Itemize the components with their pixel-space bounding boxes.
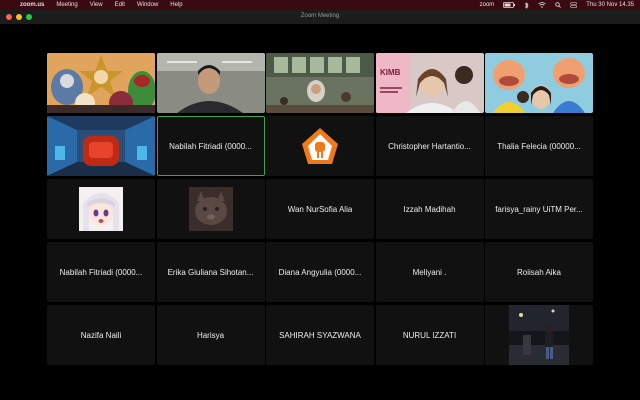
participant-tile-upin-ipin[interactable] [485,53,593,113]
participant-name: NURUL IZZATI [402,330,457,340]
participant-name: Nabilah Fitriadi (0000... [59,267,143,277]
participant-tile[interactable]: Harisya [156,305,265,365]
window-title: Zoom Meeting [300,13,340,19]
menu-app-name[interactable]: zoom.us [20,2,44,8]
menu-edit[interactable]: Edit [115,2,125,8]
menu-view[interactable]: View [90,2,103,8]
group-room-video [266,53,374,113]
participant-name: Erika Giuliana Sihotan... [167,267,254,277]
participant-name: Christopher Hartantio... [388,141,471,151]
girl-pink-poster-video: KIMB [375,53,484,113]
participant-tile[interactable]: Erika Giuliana Sihotan... [156,242,265,302]
participant-tile[interactable]: Roiisah Aika [485,242,593,302]
menu-meeting[interactable]: Meeting [56,2,77,8]
bluetooth-icon[interactable] [524,1,529,9]
cat-photo-avatar [188,187,233,231]
participant-tile-girl-pink-poster[interactable]: KIMB [375,53,484,113]
participant-tile[interactable]: SAHIRAH SYAZWANA [266,305,374,365]
participant-tile-night-photo[interactable] [485,305,593,365]
participant-tile-orange-logo[interactable] [266,116,374,176]
clock[interactable]: Thu 30 Nov 14.35 [586,2,634,8]
menu-window[interactable]: Window [137,2,158,8]
night-street-photo-avatar [509,305,569,365]
participant-name: Nazifa Naili [80,330,122,340]
participant-tile[interactable]: NURUL IZZATI [375,305,484,365]
participant-name: Wan NurSofia Alia [287,204,353,214]
participant-tile[interactable]: Nabilah Fitriadi (0000... [47,242,155,302]
participant-tile-3d-armchair[interactable] [47,116,155,176]
3d-armchair-room-video [47,116,155,176]
participant-tile-anime-avatar[interactable] [47,179,155,239]
participant-name: Thalia Felecia (00000... [497,141,581,151]
participant-tile-man-classroom[interactable] [156,53,265,113]
anime-girl-avatar [79,187,123,231]
participant-tile-group-room[interactable] [266,53,374,113]
participant-tile[interactable]: Wan NurSofia Alia [266,179,374,239]
participant-tile-active-speaker[interactable]: Nabilah Fitriadi (0000... [156,116,265,176]
gallery-grid: KIMB Nabilah Fitriadi (0000... Christoph… [47,53,593,365]
participant-name: Izzah Madihah [403,204,456,214]
wifi-icon[interactable] [538,2,547,8]
participant-name: SAHIRAH SYAZWANA [279,330,361,340]
participant-tile[interactable]: Thalia Felecia (00000... [485,116,593,176]
battery-icon[interactable] [503,2,516,8]
cartoon-villains-video [47,53,155,113]
upin-ipin-cartoon-video [485,53,593,113]
man-classroom-video [156,53,265,113]
participant-name: farisya_rainy UiTM Per... [495,204,583,214]
window-titlebar: Zoom Meeting [0,10,640,24]
participant-tile[interactable]: Nazifa Naili [47,305,155,365]
participant-tile[interactable]: Diana Angyulia (0000... [266,242,374,302]
status-zoom-label[interactable]: zoom [480,2,495,8]
participant-tile[interactable]: Meliyani . [375,242,484,302]
svg-text:KIMB: KIMB [380,68,401,77]
participant-name: Harisya [196,330,225,340]
participant-name: Roiisah Aika [516,267,562,277]
participant-tile-cat-avatar[interactable] [156,179,265,239]
control-center-icon[interactable] [570,2,578,8]
participant-name: Diana Angyulia (0000... [278,267,362,277]
menu-help[interactable]: Help [170,2,182,8]
participant-tile[interactable]: Christopher Hartantio... [375,116,484,176]
status-area: zoom Thu 30 Nov 14.35 [480,0,634,10]
participant-name: Nabilah Fitriadi (0000... [169,141,252,151]
menu-bar: zoom.us Meeting View Edit Window Help zo… [0,0,640,10]
participant-name: Meliyani . [412,267,447,277]
participant-tile-cartoon-villains[interactable] [47,53,155,113]
orange-house-logo-avatar [302,128,338,164]
search-icon[interactable] [555,2,562,8]
participant-tile[interactable]: farisya_rainy UiTM Per... [485,179,593,239]
participant-tile[interactable]: Izzah Madihah [375,179,484,239]
